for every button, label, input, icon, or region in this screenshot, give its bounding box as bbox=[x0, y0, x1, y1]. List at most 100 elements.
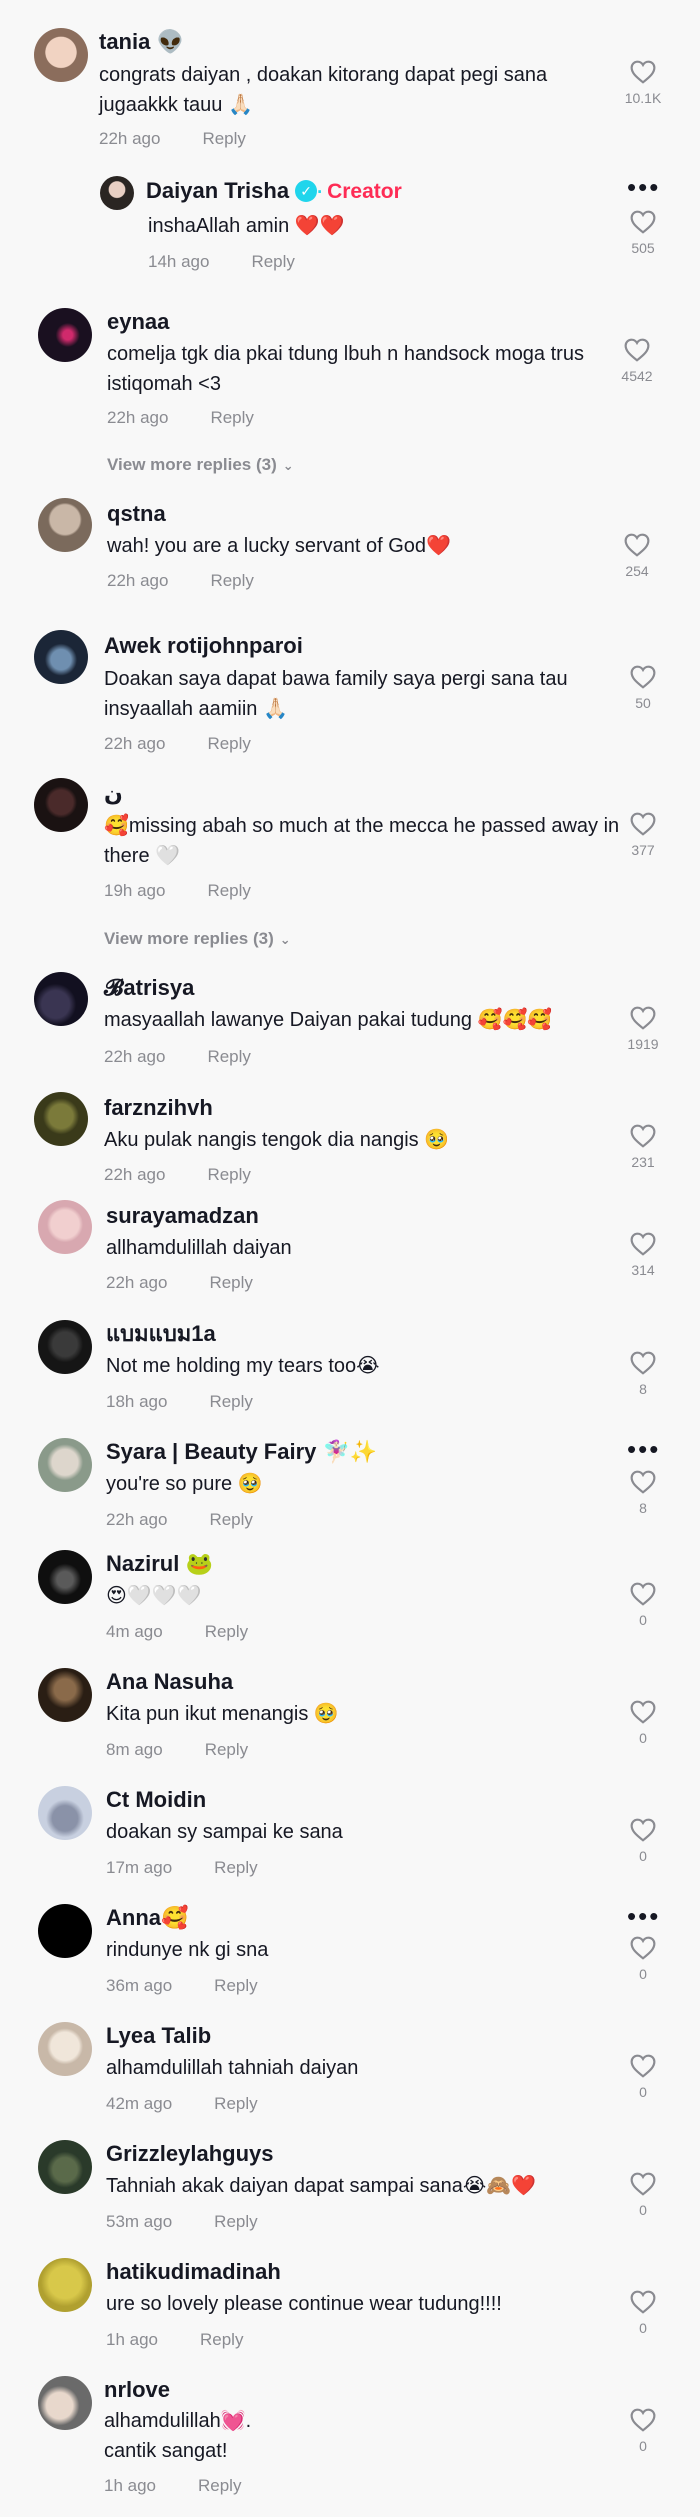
username[interactable]: farznzihvh bbox=[104, 1094, 213, 1122]
comment-meta: 42m ago Reply bbox=[106, 2094, 258, 2114]
username[interactable]: Daiyan Trisha ✓ · Creator bbox=[146, 177, 402, 206]
heart-outline-icon bbox=[630, 665, 656, 689]
username[interactable]: eynaa bbox=[107, 308, 169, 336]
like-count: 50 bbox=[635, 695, 651, 711]
like-button[interactable]: 50 bbox=[618, 665, 668, 711]
avatar[interactable] bbox=[38, 308, 92, 362]
like-button[interactable]: 0 bbox=[618, 2172, 668, 2218]
heart-outline-icon bbox=[630, 1818, 656, 1842]
username[interactable]: Syara | Beauty Fairy 🧚🏻‍♀️✨ bbox=[106, 1438, 377, 1466]
like-button[interactable]: 1919 bbox=[618, 1006, 668, 1052]
comment-text: alhamdulillah💓. cantik sangat! bbox=[104, 2410, 252, 2462]
like-button[interactable]: 0 bbox=[618, 2290, 668, 2336]
view-more-replies-button[interactable]: View more replies (3) ⌄ bbox=[104, 929, 291, 949]
like-button[interactable]: 10.1K bbox=[618, 60, 668, 106]
more-dots-icon[interactable]: ••• bbox=[627, 174, 660, 200]
like-button[interactable]: 0 bbox=[618, 2054, 668, 2100]
reply-button[interactable]: Reply bbox=[210, 408, 253, 427]
like-button[interactable]: 377 bbox=[618, 812, 668, 858]
avatar[interactable] bbox=[38, 1320, 92, 1374]
reply-button[interactable]: Reply bbox=[209, 1510, 252, 1529]
username[interactable]: ن bbox=[104, 780, 123, 808]
reply-button[interactable]: Reply bbox=[251, 252, 294, 271]
avatar[interactable] bbox=[38, 2022, 92, 2076]
username[interactable]: qstna bbox=[107, 500, 166, 528]
like-button[interactable]: 505 bbox=[618, 210, 668, 256]
username[interactable]: 𝓑atrisya bbox=[104, 974, 194, 1002]
reply-button[interactable]: Reply bbox=[207, 1047, 250, 1066]
username[interactable]: Ct Moidin bbox=[106, 1786, 206, 1814]
reply-button[interactable]: Reply bbox=[209, 1273, 252, 1292]
comment-meta: 22h ago Reply bbox=[107, 408, 254, 428]
username[interactable]: hatikudimadinah bbox=[106, 2258, 281, 2286]
heart-outline-icon bbox=[630, 1006, 656, 1030]
like-button[interactable]: 314 bbox=[618, 1232, 668, 1278]
like-button[interactable]: 4542 bbox=[612, 338, 662, 384]
like-count: 314 bbox=[631, 1262, 655, 1278]
username[interactable]: Ana Nasuha bbox=[106, 1668, 233, 1696]
avatar[interactable] bbox=[38, 1438, 92, 1492]
like-button[interactable]: 231 bbox=[618, 1124, 668, 1170]
reply-button[interactable]: Reply bbox=[214, 1858, 257, 1877]
avatar[interactable] bbox=[34, 778, 88, 832]
reply-button[interactable]: Reply bbox=[207, 1165, 250, 1184]
view-more-replies-button[interactable]: View more replies (3) ⌄ bbox=[107, 455, 294, 475]
reply-button[interactable]: Reply bbox=[198, 2476, 241, 2495]
more-dots-icon[interactable]: ••• bbox=[627, 1903, 660, 1929]
comment-meta: 22h ago Reply bbox=[104, 1047, 251, 1067]
like-button[interactable]: 8 bbox=[618, 1351, 668, 1397]
chevron-down-icon: ⌄ bbox=[282, 458, 294, 473]
like-button[interactable]: 254 bbox=[612, 533, 662, 579]
reply-button[interactable]: Reply bbox=[205, 1622, 248, 1641]
avatar[interactable] bbox=[38, 1550, 92, 1604]
reply-button[interactable]: Reply bbox=[214, 1976, 257, 1995]
like-count: 4542 bbox=[621, 368, 653, 384]
reply-button[interactable]: Reply bbox=[200, 2330, 243, 2349]
heart-outline-icon bbox=[630, 1351, 656, 1375]
username[interactable]: Nazirul 🐸 bbox=[106, 1550, 213, 1578]
username[interactable]: Anna🥰 bbox=[106, 1904, 188, 1932]
username[interactable]: Grizzleylahguys bbox=[106, 2140, 274, 2168]
like-count: 0 bbox=[639, 2320, 647, 2336]
reply-button[interactable]: Reply bbox=[205, 1740, 248, 1759]
more-dots-icon[interactable]: ••• bbox=[627, 1436, 660, 1462]
like-button[interactable]: 0 bbox=[618, 1936, 668, 1982]
avatar[interactable] bbox=[38, 498, 92, 552]
reply-button[interactable]: Reply bbox=[214, 2094, 257, 2113]
reply-button[interactable]: Reply bbox=[210, 571, 253, 590]
reply-button[interactable]: Reply bbox=[202, 129, 245, 148]
username[interactable]: surayamadzan bbox=[106, 1202, 259, 1230]
username[interactable]: nrlove bbox=[104, 2376, 170, 2404]
avatar[interactable] bbox=[38, 1786, 92, 1840]
username[interactable]: Lyea Talib bbox=[106, 2022, 211, 2050]
like-button[interactable]: 8 bbox=[618, 1470, 668, 1516]
avatar[interactable] bbox=[38, 1200, 92, 1254]
username[interactable]: Awek rotijohnparoi bbox=[104, 632, 303, 660]
reply-button[interactable]: Reply bbox=[207, 734, 250, 753]
reply-button[interactable]: Reply bbox=[209, 1392, 252, 1411]
username[interactable]: แบมแบม1a bbox=[106, 1320, 216, 1348]
avatar[interactable] bbox=[38, 2376, 92, 2430]
avatar[interactable] bbox=[38, 1904, 92, 1958]
like-button[interactable]: 0 bbox=[618, 1818, 668, 1864]
avatar[interactable] bbox=[34, 630, 88, 684]
reply-button[interactable]: Reply bbox=[214, 2212, 257, 2231]
like-button[interactable]: 0 bbox=[618, 1700, 668, 1746]
username[interactable]: tania 👽 bbox=[99, 28, 184, 56]
avatar[interactable] bbox=[38, 1668, 92, 1722]
reply-button[interactable]: Reply bbox=[207, 881, 250, 900]
avatar[interactable] bbox=[100, 176, 134, 210]
like-button[interactable]: 0 bbox=[618, 1582, 668, 1628]
avatar[interactable] bbox=[34, 1092, 88, 1146]
comment-text: 🥰missing abah so much at the mecca he pa… bbox=[104, 815, 620, 867]
avatar[interactable] bbox=[34, 28, 88, 82]
comment-text: rindunye nk gi sna bbox=[106, 1939, 269, 1961]
avatar[interactable] bbox=[38, 2258, 92, 2312]
verified-check-icon: ✓ bbox=[295, 180, 318, 202]
avatar[interactable] bbox=[34, 972, 88, 1026]
avatar[interactable] bbox=[38, 2140, 92, 2194]
comment-text: you're so pure 🥹 bbox=[106, 1473, 263, 1495]
like-button[interactable]: 0 bbox=[618, 2408, 668, 2454]
heart-outline-icon bbox=[624, 533, 650, 557]
timestamp: 53m ago bbox=[106, 2212, 173, 2231]
